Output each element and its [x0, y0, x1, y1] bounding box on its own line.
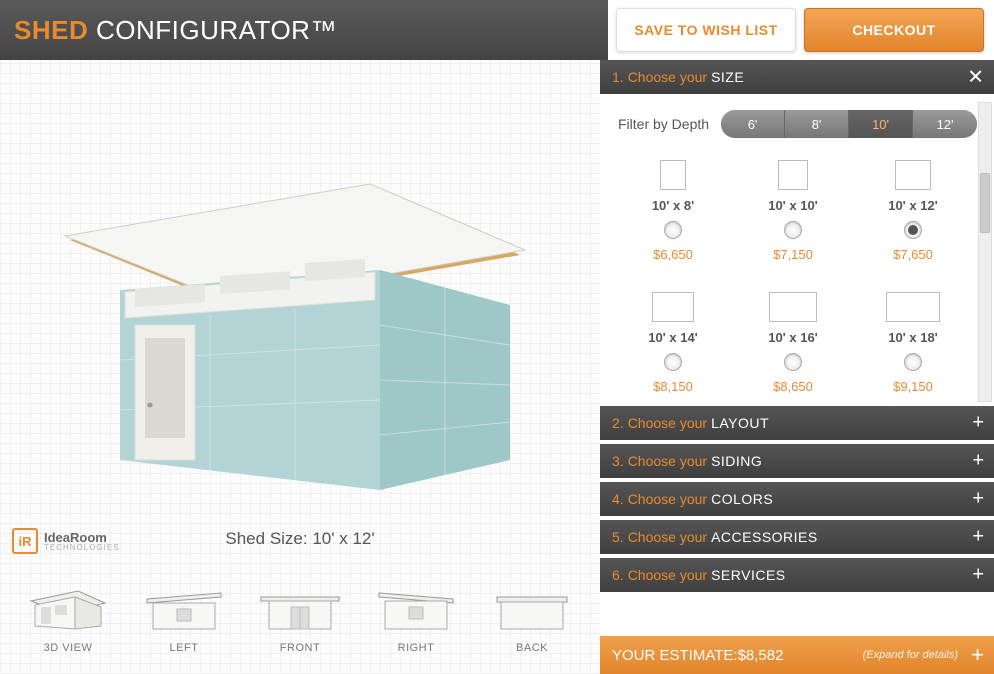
size-option-10x12[interactable]: 10' x 12' $7,650	[858, 160, 968, 262]
plus-icon: +	[971, 642, 984, 668]
view-right[interactable]: RIGHT	[371, 581, 461, 654]
depth-6[interactable]: 6'	[721, 110, 785, 138]
app-title: CONFIGURATOR™	[88, 15, 337, 45]
size-option-10x10[interactable]: 10' x 10' $7,150	[738, 160, 848, 262]
section-size-header[interactable]: 1. Choose your SIZE ✕	[600, 60, 994, 94]
size-swatch	[660, 160, 686, 190]
app-title-bar: SHED CONFIGURATOR™	[0, 0, 608, 60]
shed-size-caption: Shed Size: 10' x 12'	[0, 529, 600, 549]
size-option-10x18[interactable]: 10' x 18' $9,150	[858, 292, 968, 394]
save-wishlist-button[interactable]: SAVE TO WISH LIST	[616, 8, 796, 52]
size-name: 10' x 14'	[648, 330, 698, 345]
depth-filter: 6' 8' 10' 12'	[721, 110, 977, 138]
brand-name: SHED	[14, 15, 88, 45]
size-radio[interactable]	[904, 353, 922, 371]
section-colors-header[interactable]: 4.Choose yourCOLORS +	[600, 482, 994, 516]
view-selector-row: 3D VIEW LEFT FRONT RIGHT	[0, 581, 600, 674]
size-price: $9,150	[893, 379, 933, 394]
shed-3d-render[interactable]	[50, 160, 530, 490]
size-swatch	[652, 292, 694, 322]
size-option-10x16[interactable]: 10' x 16' $8,650	[738, 292, 848, 394]
plus-icon: +	[972, 488, 984, 511]
size-swatch	[895, 160, 931, 190]
size-name: 10' x 10'	[768, 198, 818, 213]
view-front[interactable]: FRONT	[255, 581, 345, 654]
size-price: $7,150	[773, 247, 813, 262]
size-radio[interactable]	[664, 353, 682, 371]
size-swatch	[778, 160, 808, 190]
scrollbar[interactable]	[978, 102, 992, 402]
size-radio[interactable]	[784, 221, 802, 239]
size-price: $8,150	[653, 379, 693, 394]
section-services-header[interactable]: 6.Choose yourSERVICES +	[600, 558, 994, 592]
depth-8[interactable]: 8'	[785, 110, 849, 138]
estimate-label: YOUR ESTIMATE:	[612, 647, 738, 664]
view-3d[interactable]: 3D VIEW	[23, 581, 113, 654]
size-panel: Filter by Depth 6' 8' 10' 12' 10' x 8' $6…	[600, 98, 994, 406]
checkout-button[interactable]: CHECKOUT	[804, 8, 984, 52]
size-radio[interactable]	[784, 353, 802, 371]
scrollbar-thumb[interactable]	[980, 173, 990, 233]
size-option-10x8[interactable]: 10' x 8' $6,650	[618, 160, 728, 262]
size-option-10x14[interactable]: 10' x 14' $8,150	[618, 292, 728, 394]
size-price: $6,650	[653, 247, 693, 262]
plus-icon: +	[972, 450, 984, 473]
section-accessories-header[interactable]: 5.Choose yourACCESSORIES +	[600, 520, 994, 554]
size-price: $8,650	[773, 379, 813, 394]
plus-icon: +	[972, 564, 984, 587]
depth-12[interactable]: 12'	[913, 110, 977, 138]
size-name: 10' x 18'	[888, 330, 938, 345]
size-radio[interactable]	[904, 221, 922, 239]
depth-10[interactable]: 10'	[849, 110, 913, 138]
expand-hint: (Expand for details)	[863, 649, 958, 661]
size-swatch	[886, 292, 940, 322]
section-layout-header[interactable]: 2.Choose yourLAYOUT +	[600, 406, 994, 440]
view-back[interactable]: BACK	[487, 581, 577, 654]
size-name: 10' x 12'	[888, 198, 938, 213]
size-radio[interactable]	[664, 221, 682, 239]
view-left[interactable]: LEFT	[139, 581, 229, 654]
estimate-value: $8,582	[738, 647, 784, 664]
preview-pane: iR IdeaRoom TECHNOLOGIES Shed Size: 10' …	[0, 60, 600, 674]
section-siding-header[interactable]: 3.Choose yourSIDING +	[600, 444, 994, 478]
plus-icon: +	[972, 526, 984, 549]
plus-icon: +	[972, 412, 984, 435]
size-name: 10' x 16'	[768, 330, 818, 345]
size-price: $7,650	[893, 247, 933, 262]
size-swatch	[769, 292, 817, 322]
close-icon[interactable]: ✕	[967, 65, 984, 90]
size-name: 10' x 8'	[652, 198, 694, 213]
filter-label: Filter by Depth	[618, 116, 709, 132]
estimate-bar[interactable]: YOUR ESTIMATE: $8,582 (Expand for detail…	[600, 636, 994, 674]
